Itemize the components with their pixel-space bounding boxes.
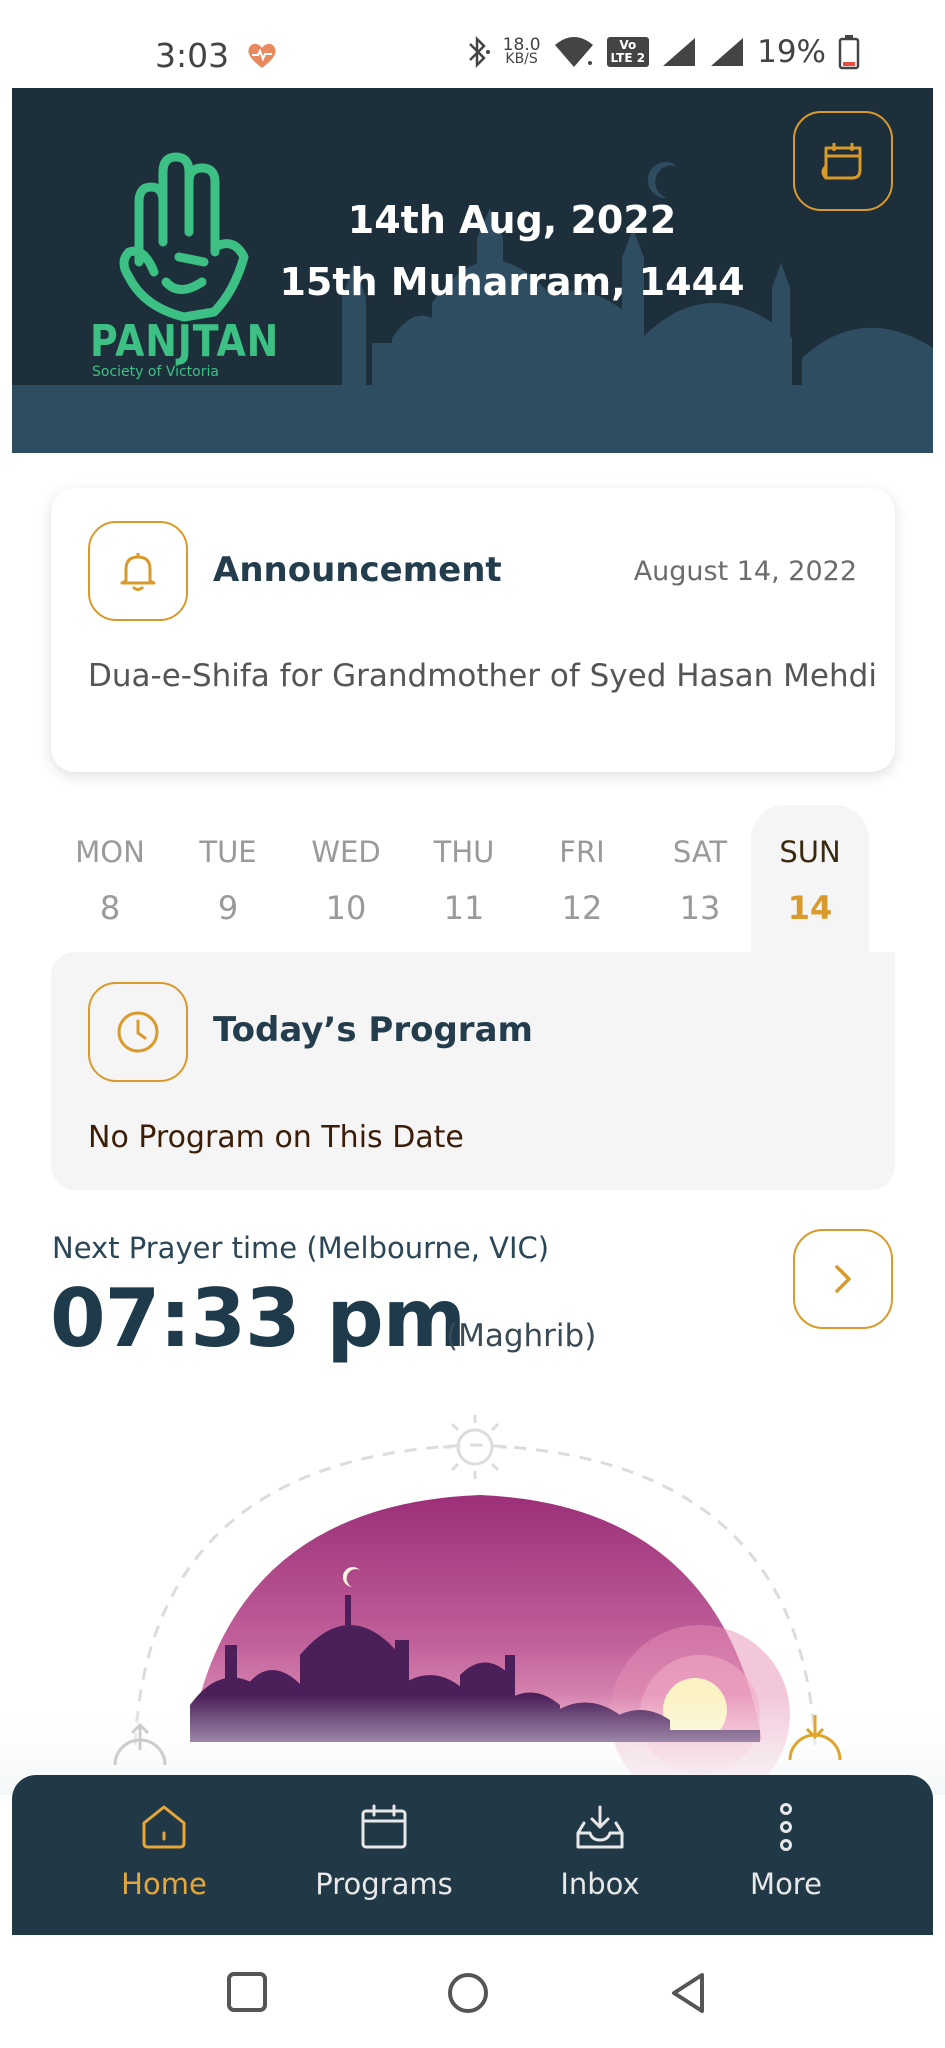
battery-icon [838, 35, 860, 70]
hijri-date: 15th Muharram, 1444 [279, 260, 745, 304]
nav-more-label: More [750, 1867, 822, 1901]
day-tue[interactable]: TUE 9 [169, 805, 287, 955]
day-date: 13 [679, 889, 721, 927]
home-circle-icon[interactable] [446, 1971, 490, 2015]
day-fri[interactable]: FRI 12 [523, 805, 641, 955]
calendar-button[interactable] [793, 111, 893, 211]
gregorian-date: 14th Aug, 2022 [347, 198, 677, 242]
nav-inbox[interactable]: Inbox [510, 1803, 690, 1901]
day-name: MON [75, 835, 145, 869]
calendar-icon [361, 1804, 407, 1849]
day-date: 14 [787, 889, 833, 927]
header-banner: PANJTAN Society of Victoria 14th Aug, 20… [12, 88, 933, 453]
announcement-icon-box [88, 521, 188, 621]
day-date: 9 [217, 889, 239, 927]
logo-subtitle: Society of Victoria [92, 364, 219, 380]
nav-more[interactable]: More [696, 1803, 876, 1901]
day-thu[interactable]: THU 11 [405, 805, 523, 955]
day-mon[interactable]: MON 8 [51, 805, 169, 955]
nav-home[interactable]: Home [74, 1803, 254, 1901]
prayer-times-next-button[interactable] [793, 1229, 893, 1329]
bell-icon [120, 553, 156, 591]
sun-position-illustration [0, 1415, 945, 1795]
wifi-icon [554, 37, 593, 67]
more-vertical-icon [780, 1803, 792, 1851]
clock-icon [117, 1011, 159, 1053]
day-name: FRI [559, 835, 605, 869]
chevron-right-icon [835, 1265, 851, 1293]
nav-home-label: Home [121, 1867, 207, 1901]
health-heart-icon [248, 43, 276, 68]
day-name: WED [311, 835, 381, 869]
system-navigation-bar [0, 1935, 945, 2048]
status-time: 3:03 [155, 36, 230, 75]
calendar-icon [821, 143, 862, 180]
bottom-navigation: Home Programs Inbox More [12, 1775, 933, 1935]
announcement-text: Dua-e-Shifa for Grandmother of Syed Hasa… [88, 658, 877, 694]
recents-square-icon[interactable] [226, 1971, 268, 2013]
status-icons: 18.0 KB/S Vo LTE 2 19% [465, 34, 860, 70]
week-strip: MON 8 TUE 9 WED 10 THU 11 FRI 12 SAT 13 … [51, 805, 895, 955]
status-bar: 3:03 18.0 KB/S Vo LTE 2 19% [0, 0, 945, 88]
day-name: THU [433, 835, 495, 869]
signal-icon-2 [711, 38, 744, 66]
next-prayer-time: 07:33 pm [50, 1272, 466, 1365]
volte-badge: Vo LTE 2 [606, 37, 650, 67]
logo-name: PANJTAN [90, 316, 280, 367]
day-name: TUE [199, 835, 257, 869]
inbox-icon [576, 1805, 624, 1849]
next-prayer-label: Next Prayer time (Melbourne, VIC) [52, 1231, 550, 1265]
announcement-title: Announcement [213, 550, 502, 590]
battery-percent: 19% [757, 34, 826, 70]
volte-bottom: LTE 2 [610, 51, 646, 65]
todays-program-card[interactable]: Today’s Program No Program on This Date [51, 952, 895, 1190]
network-speed-value: 18.0 [502, 35, 541, 55]
day-wed[interactable]: WED 10 [287, 805, 405, 955]
day-date: 10 [325, 889, 367, 927]
nav-inbox-label: Inbox [560, 1867, 640, 1901]
day-sun-selected[interactable]: SUN 14 [751, 805, 869, 955]
signal-icon-1 [663, 38, 696, 66]
program-text: No Program on This Date [88, 1120, 464, 1155]
program-title: Today’s Program [213, 1010, 533, 1050]
bluetooth-icon [468, 35, 490, 69]
day-name: SUN [779, 835, 841, 869]
day-sat[interactable]: SAT 13 [641, 805, 759, 955]
day-name: SAT [672, 835, 728, 869]
day-date: 12 [561, 889, 603, 927]
day-date: 11 [443, 889, 485, 927]
network-speed-unit: KB/S [505, 51, 538, 67]
nav-programs-label: Programs [315, 1867, 453, 1901]
announcement-card[interactable]: Announcement August 14, 2022 Dua-e-Shifa… [51, 488, 895, 772]
next-prayer-name: (Maghrib) [446, 1318, 597, 1354]
nav-programs[interactable]: Programs [294, 1803, 474, 1901]
home-icon [142, 1805, 186, 1849]
announcement-date: August 14, 2022 [633, 556, 857, 587]
network-speed: 18.0 KB/S [502, 35, 541, 67]
back-triangle-icon[interactable] [668, 1971, 708, 2015]
day-date: 8 [99, 889, 121, 927]
program-icon-box [88, 982, 188, 1082]
